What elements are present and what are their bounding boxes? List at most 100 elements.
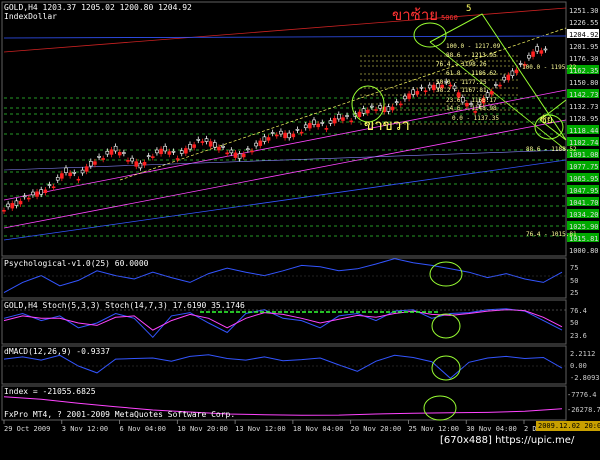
- stoch-title: GOLD,H4 Stoch(5,3,3) Stoch(14,7,3) 17.61…: [4, 301, 245, 310]
- candle-body: [204, 138, 209, 142]
- time-label: 6 Nov 04:00: [120, 425, 166, 433]
- candle-body: [489, 91, 494, 95]
- price-label: 1065.95: [569, 175, 599, 183]
- candle-body: [374, 109, 378, 111]
- candle-body: [506, 74, 511, 81]
- candle-body: [138, 162, 143, 169]
- fib-label: 100.0 - 1217.09: [446, 43, 501, 50]
- candle-body: [130, 157, 134, 162]
- candle-body: [171, 150, 176, 153]
- candle-body: [159, 148, 163, 155]
- candle-body: [303, 124, 308, 129]
- time-label: 13 Nov 12:00: [235, 425, 286, 433]
- candle-body: [22, 195, 27, 198]
- candle-body: [2, 209, 6, 212]
- candle-body: [266, 137, 271, 141]
- candle-body: [39, 189, 44, 195]
- price-axis: 1251.301226.551204.921201.951176.301162.…: [567, 7, 599, 255]
- candle-body: [43, 189, 48, 194]
- candle-body: [93, 161, 97, 165]
- candle-body: [18, 200, 23, 205]
- candle-body: [370, 105, 374, 108]
- candle-body: [378, 105, 382, 109]
- candle-body: [324, 128, 329, 130]
- fib-label: 88.6 - 1213.95: [446, 52, 497, 59]
- price-label: 1251.30: [569, 7, 599, 15]
- candle-body: [432, 84, 436, 91]
- candle-body: [241, 153, 246, 158]
- candle-body: [217, 146, 221, 151]
- candle-body: [498, 84, 502, 87]
- candle-body: [332, 118, 337, 124]
- candle-body: [308, 123, 312, 129]
- candle-body: [151, 156, 155, 158]
- candle-body: [316, 123, 320, 128]
- candle-body: [365, 109, 370, 114]
- candle-body: [26, 197, 31, 200]
- candle-body: [163, 145, 167, 152]
- candle-body: [349, 120, 354, 123]
- candle-body: [51, 186, 56, 189]
- candle-body: [390, 106, 395, 111]
- candle-body: [126, 160, 130, 162]
- macd-axis-bottom: -2.8093: [570, 374, 600, 382]
- time-label: 18 Nov 04:00: [293, 425, 344, 433]
- price-label: 1034.20: [569, 211, 599, 219]
- candle-body: [270, 132, 275, 134]
- candle-body: [291, 133, 296, 138]
- candle-body: [10, 203, 15, 209]
- candle-body: [14, 200, 19, 206]
- candle-body: [403, 95, 407, 100]
- level-5060: 5060: [441, 14, 458, 22]
- candle-body: [80, 169, 85, 174]
- candle-body: [134, 161, 139, 167]
- price-label: 1047.95: [569, 187, 599, 195]
- candle-body: [192, 144, 196, 148]
- price-label: 1201.95: [569, 43, 599, 51]
- price-label: 1150.80: [569, 79, 599, 87]
- index-title: Index = -21055.6825: [4, 387, 96, 396]
- price-label: 1118.44: [569, 127, 599, 135]
- candle-body: [196, 139, 201, 141]
- price-label: 1176.30: [569, 55, 599, 63]
- index-axis-top: -7776.4: [567, 391, 597, 399]
- candle-body: [539, 50, 544, 54]
- psy-axis-75: 75: [570, 264, 579, 272]
- price-label: 1204.92: [569, 31, 599, 39]
- candle-body: [68, 172, 72, 177]
- macd-axis-mid: 0.00: [570, 362, 587, 370]
- macd-title: dMACD(12,26,9) -0.9337: [4, 347, 110, 356]
- fib-label: 76.4 - 1015.81: [526, 231, 577, 238]
- candle-body: [423, 90, 428, 93]
- candle-body: [411, 89, 416, 95]
- time-label: 20 Nov 20:00: [351, 425, 402, 433]
- candle-body: [535, 46, 540, 52]
- candle-body: [510, 70, 515, 76]
- price-label: 1000.80: [569, 247, 599, 255]
- current-time-tag: 2009.12.02 20:00: [536, 421, 600, 431]
- candle-body: [415, 91, 420, 95]
- candle-body: [113, 145, 118, 152]
- copyright-text: FxPro MT4, ? 2001-2009 MetaQuotes Softwa…: [4, 410, 236, 419]
- candle-body: [117, 151, 122, 156]
- time-label: 25 Nov 12:00: [408, 425, 459, 433]
- candle-body: [72, 172, 77, 174]
- candle-body: [283, 132, 287, 139]
- candle-body: [105, 150, 110, 155]
- candle-body: [386, 106, 391, 112]
- candle-body: [31, 191, 35, 196]
- chart-window[interactable]: 1251.30 1226.55 1204.92 1201.95 1176.30 1162.…: [0, 0, 600, 456]
- fib-label: 50.0 - 1177.25: [436, 79, 487, 86]
- candle-body: [398, 103, 403, 106]
- stoch-axis-76: 76.4: [570, 307, 587, 315]
- annotation-right-leg: ขาขวา: [364, 116, 410, 134]
- candle-body: [122, 152, 126, 154]
- candle-body: [208, 141, 213, 147]
- candle-body: [394, 101, 399, 104]
- candle-body: [258, 140, 263, 146]
- fib-label: 0.0 - 1137.35: [452, 115, 499, 122]
- candle-body: [184, 148, 188, 154]
- candle-body: [345, 115, 349, 117]
- candle-body: [361, 108, 366, 114]
- candle-body: [109, 149, 114, 155]
